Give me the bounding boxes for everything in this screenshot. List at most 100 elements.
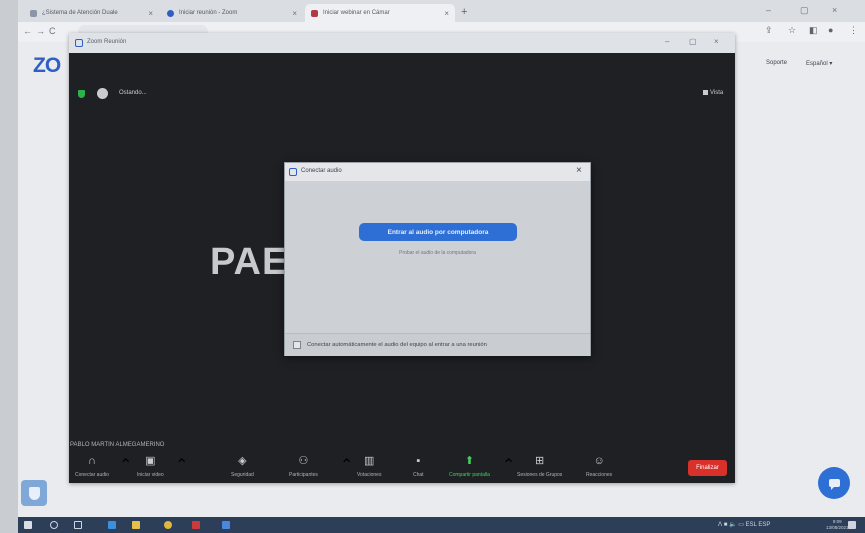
system-tray[interactable]: ᐱ ■ 🔈 ▭ ESL ESP — [718, 521, 770, 528]
participants-button[interactable]: ⚇ Participantes — [289, 455, 318, 478]
chat-bubble-icon — [828, 479, 840, 490]
security-shield-icon: ◈ — [238, 455, 247, 467]
browser-tab-zoom[interactable]: Iniciar reunión - Zoom × — [161, 4, 303, 22]
reactions-button[interactable]: ☺ Reacciones — [586, 455, 612, 478]
windows-taskbar: ᐱ ■ 🔈 ▭ ESL ESP 9:09 13/08/2021 — [18, 517, 865, 533]
video-options-caret-icon[interactable]: ⌃ — [175, 455, 188, 475]
support-link[interactable]: Soporte — [766, 60, 787, 66]
participants-icon: ⚇ — [298, 455, 309, 467]
polls-button[interactable]: ▥ Votaciones — [357, 455, 381, 478]
participant-name-label: PABLO MARTIN ALMEGAMERINO — [70, 442, 165, 448]
zoom-minimize-icon[interactable]: – — [665, 37, 669, 46]
connecting-status: Ostando... — [119, 90, 147, 96]
language-select[interactable]: Español ▾ — [806, 60, 832, 67]
breakout-rooms-button[interactable]: ⊞ Sesiones de Grupos — [517, 455, 562, 478]
participants-label: Participantes — [289, 472, 318, 478]
screen: ¿Sistema de Atención Duale × Iniciar reu… — [0, 0, 865, 533]
polls-icon: ▥ — [364, 455, 375, 467]
file-explorer-icon[interactable] — [132, 521, 140, 529]
video-button[interactable]: ▣ Iniciar video — [137, 455, 164, 478]
forward-icon[interactable]: → — [36, 26, 45, 36]
grid-icon — [703, 90, 708, 95]
participant-name-large: PAE — [210, 241, 289, 283]
breakout-rooms-label: Sesiones de Grupos — [517, 472, 563, 478]
extensions-icon[interactable]: ◧ — [809, 25, 818, 36]
share-screen-icon: ⬆ — [464, 455, 475, 467]
tab-close-icon[interactable]: × — [142, 9, 153, 18]
zoom-maximize-icon[interactable]: ▢ — [689, 37, 697, 46]
view-button[interactable]: Vista — [703, 90, 723, 96]
browser-tab-webinar[interactable]: Iniciar webinar en Cámar × — [305, 4, 455, 22]
security-button[interactable]: ◈ Seguridad — [231, 455, 254, 478]
menu-icon[interactable]: ⋮ — [849, 25, 858, 36]
view-label: Vista — [710, 90, 724, 96]
share-screen-label: Compartir pantalla — [449, 472, 490, 478]
chat-bubble-button[interactable] — [818, 467, 850, 499]
tab-label: Iniciar reunión - Zoom — [179, 10, 238, 16]
audio-label: Conectar audio — [75, 472, 109, 478]
browser-tabstrip: ¿Sistema de Atención Duale × Iniciar reu… — [18, 0, 865, 22]
test-computer-audio-link[interactable]: Probar el audio de la computadora — [285, 250, 590, 256]
search-icon[interactable] — [50, 521, 58, 529]
breakout-rooms-icon: ⊞ — [535, 455, 545, 467]
start-icon[interactable] — [24, 521, 32, 529]
reload-icon[interactable]: C — [49, 26, 56, 36]
connecting-icon — [97, 88, 108, 99]
zoom-app-icon — [75, 39, 83, 47]
browser-tab-sistema[interactable]: ¿Sistema de Atención Duale × — [24, 4, 159, 22]
share-page-icon[interactable]: ⇪ — [765, 25, 773, 36]
chat-icon: ▪ — [416, 455, 421, 467]
audio-options-caret-icon[interactable]: ⌃ — [119, 455, 132, 475]
dialog-close-icon[interactable]: × — [576, 165, 582, 176]
meeting-toolbar: ∩ Conectar audio ⌃ ▣ Iniciar video ⌃ ◈ S… — [69, 451, 735, 483]
end-meeting-button[interactable]: Finalizar — [688, 460, 727, 476]
chat-button[interactable]: ▪ Chat — [413, 455, 424, 478]
zoom-close-icon[interactable]: × — [714, 37, 719, 46]
bookmark-star-icon[interactable]: ☆ — [788, 25, 796, 36]
maximize-icon[interactable]: ▢ — [800, 5, 809, 16]
tab-label: Iniciar webinar en Cámar — [323, 10, 390, 16]
tab-close-icon[interactable]: × — [438, 9, 449, 18]
tab-favicon-icon — [167, 9, 174, 17]
shield-icon — [28, 486, 40, 500]
audio-button[interactable]: ∩ Conectar audio — [75, 455, 109, 478]
tab-favicon-icon — [30, 9, 37, 17]
participants-options-caret-icon[interactable]: ⌃ — [340, 455, 353, 475]
auto-join-audio-label[interactable]: Conectar automáticamente el audio del eq… — [307, 342, 487, 348]
close-icon[interactable]: × — [832, 5, 837, 15]
office-icon[interactable] — [192, 521, 200, 529]
camera-off-icon: ▣ — [145, 455, 156, 467]
back-icon[interactable]: ← — [23, 26, 32, 36]
zoom-taskbar-icon[interactable] — [222, 521, 230, 529]
polls-label: Votaciones — [357, 472, 382, 478]
dialog-title: Conectar audio — [301, 168, 342, 174]
security-badge[interactable] — [21, 480, 47, 506]
task-view-icon[interactable] — [74, 521, 82, 529]
share-screen-button[interactable]: ⬆ Compartir pantalla — [449, 455, 490, 478]
profile-icon[interactable]: ● — [828, 25, 833, 35]
zoom-logo[interactable]: ZO — [33, 54, 61, 78]
zoom-window-title: Zoom Reunión — [87, 39, 127, 45]
encryption-shield-icon[interactable] — [78, 90, 85, 98]
tab-favicon-icon — [311, 9, 318, 17]
edge-icon[interactable] — [108, 521, 116, 529]
auto-join-audio-checkbox[interactable] — [293, 341, 301, 349]
zoom-app-icon — [289, 168, 297, 176]
chrome-icon[interactable] — [164, 521, 172, 529]
chat-label: Chat — [413, 472, 424, 478]
minimize-icon[interactable]: – — [766, 5, 771, 15]
tab-close-icon[interactable]: × — [286, 9, 297, 18]
video-label: Iniciar video — [137, 472, 164, 478]
taskbar-clock[interactable]: 9:09 13/08/2021 — [826, 519, 849, 531]
dialog-titlebar: Conectar audio × — [285, 163, 590, 181]
clock-date: 13/08/2021 — [826, 525, 849, 530]
new-tab-button[interactable]: + — [461, 6, 467, 18]
security-label: Seguridad — [231, 472, 254, 478]
join-computer-audio-button[interactable]: Entrar al audio por computadora — [359, 223, 517, 241]
notifications-icon[interactable] — [848, 521, 856, 529]
zoom-window-titlebar: Zoom Reunión – ▢ × — [69, 33, 735, 53]
dialog-footer: Conectar automáticamente el audio del eq… — [285, 333, 590, 356]
reactions-icon: ☺ — [593, 455, 605, 467]
share-options-caret-icon[interactable]: ⌃ — [502, 455, 515, 475]
connect-audio-dialog: Conectar audio × Entrar al audio por com… — [284, 162, 591, 356]
